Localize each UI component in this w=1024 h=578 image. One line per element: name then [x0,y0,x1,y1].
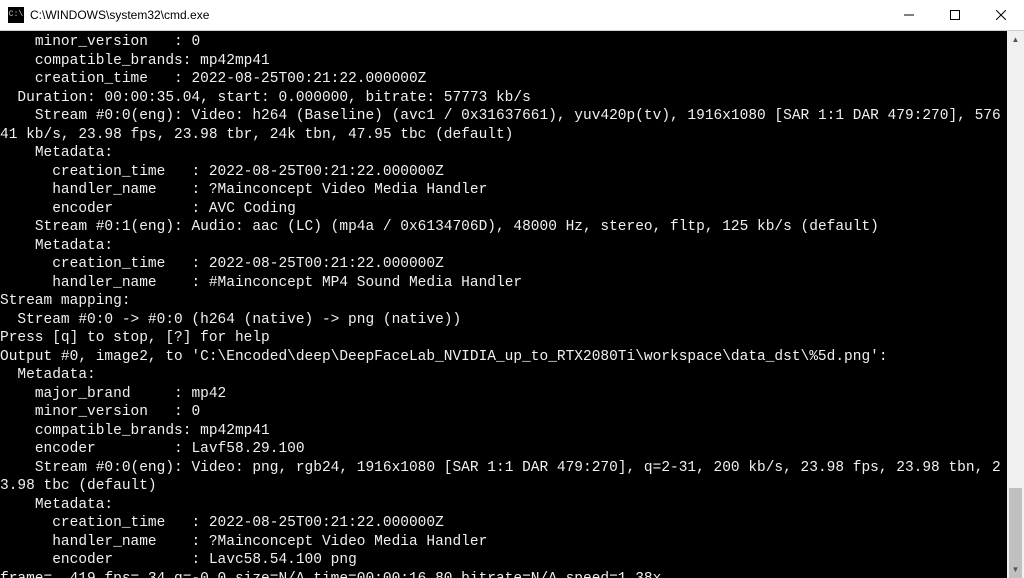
terminal-line: Press [q] to stop, [?] for help [0,329,1007,348]
scroll-down-arrow-icon[interactable]: ▼ [1007,561,1024,578]
maximize-button[interactable] [932,0,978,30]
terminal-line: frame= 419 fps= 34 q=-0.0 size=N/A time=… [0,570,1007,578]
terminal-line: minor_version : 0 [0,33,1007,52]
minimize-icon [904,10,914,20]
terminal-output[interactable]: minor_version : 0 compatible_brands: mp4… [0,31,1007,578]
terminal-line: Stream #0:0(eng): Video: h264 (Baseline)… [0,107,1007,144]
terminal-line: encoder : Lavf58.29.100 [0,440,1007,459]
terminal-area: minor_version : 0 compatible_brands: mp4… [0,31,1024,578]
terminal-line: encoder : AVC Coding [0,200,1007,219]
terminal-line: Stream #0:1(eng): Audio: aac (LC) (mp4a … [0,218,1007,237]
scroll-up-arrow-icon[interactable]: ▲ [1007,31,1024,48]
terminal-line: Output #0, image2, to 'C:\Encoded\deep\D… [0,348,1007,367]
titlebar[interactable]: C:\ C:\WINDOWS\system32\cmd.exe [0,0,1024,31]
terminal-line: minor_version : 0 [0,403,1007,422]
close-button[interactable] [978,0,1024,30]
scrollbar[interactable]: ▲ ▼ [1007,31,1024,578]
terminal-line: compatible_brands: mp42mp41 [0,52,1007,71]
terminal-line: creation_time : 2022-08-25T00:21:22.0000… [0,514,1007,533]
terminal-line: handler_name : #Mainconcept MP4 Sound Me… [0,274,1007,293]
terminal-line: encoder : Lavc58.54.100 png [0,551,1007,570]
cmd-icon: C:\ [8,7,24,23]
terminal-line: handler_name : ?Mainconcept Video Media … [0,533,1007,552]
terminal-line: Metadata: [0,366,1007,385]
cmd-icon-glyph: C:\ [9,11,23,19]
terminal-line: handler_name : ?Mainconcept Video Media … [0,181,1007,200]
terminal-line: compatible_brands: mp42mp41 [0,422,1007,441]
terminal-line: major_brand : mp42 [0,385,1007,404]
terminal-line: Stream #0:0 -> #0:0 (h264 (native) -> pn… [0,311,1007,330]
window-controls [886,0,1024,30]
terminal-line: Stream mapping: [0,292,1007,311]
terminal-line: creation_time : 2022-08-25T00:21:22.0000… [0,163,1007,182]
terminal-line: Duration: 00:00:35.04, start: 0.000000, … [0,89,1007,108]
cmd-window: C:\ C:\WINDOWS\system32\cmd.exe minor_ve… [0,0,1024,578]
terminal-line: Stream #0:0(eng): Video: png, rgb24, 191… [0,459,1007,496]
minimize-button[interactable] [886,0,932,30]
terminal-line: Metadata: [0,496,1007,515]
terminal-line: creation_time : 2022-08-25T00:21:22.0000… [0,255,1007,274]
terminal-line: Metadata: [0,144,1007,163]
terminal-line: creation_time : 2022-08-25T00:21:22.0000… [0,70,1007,89]
terminal-line: Metadata: [0,237,1007,256]
close-icon [996,10,1006,20]
scroll-track[interactable] [1007,48,1024,561]
window-title: C:\WINDOWS\system32\cmd.exe [30,8,886,22]
maximize-icon [950,10,960,20]
